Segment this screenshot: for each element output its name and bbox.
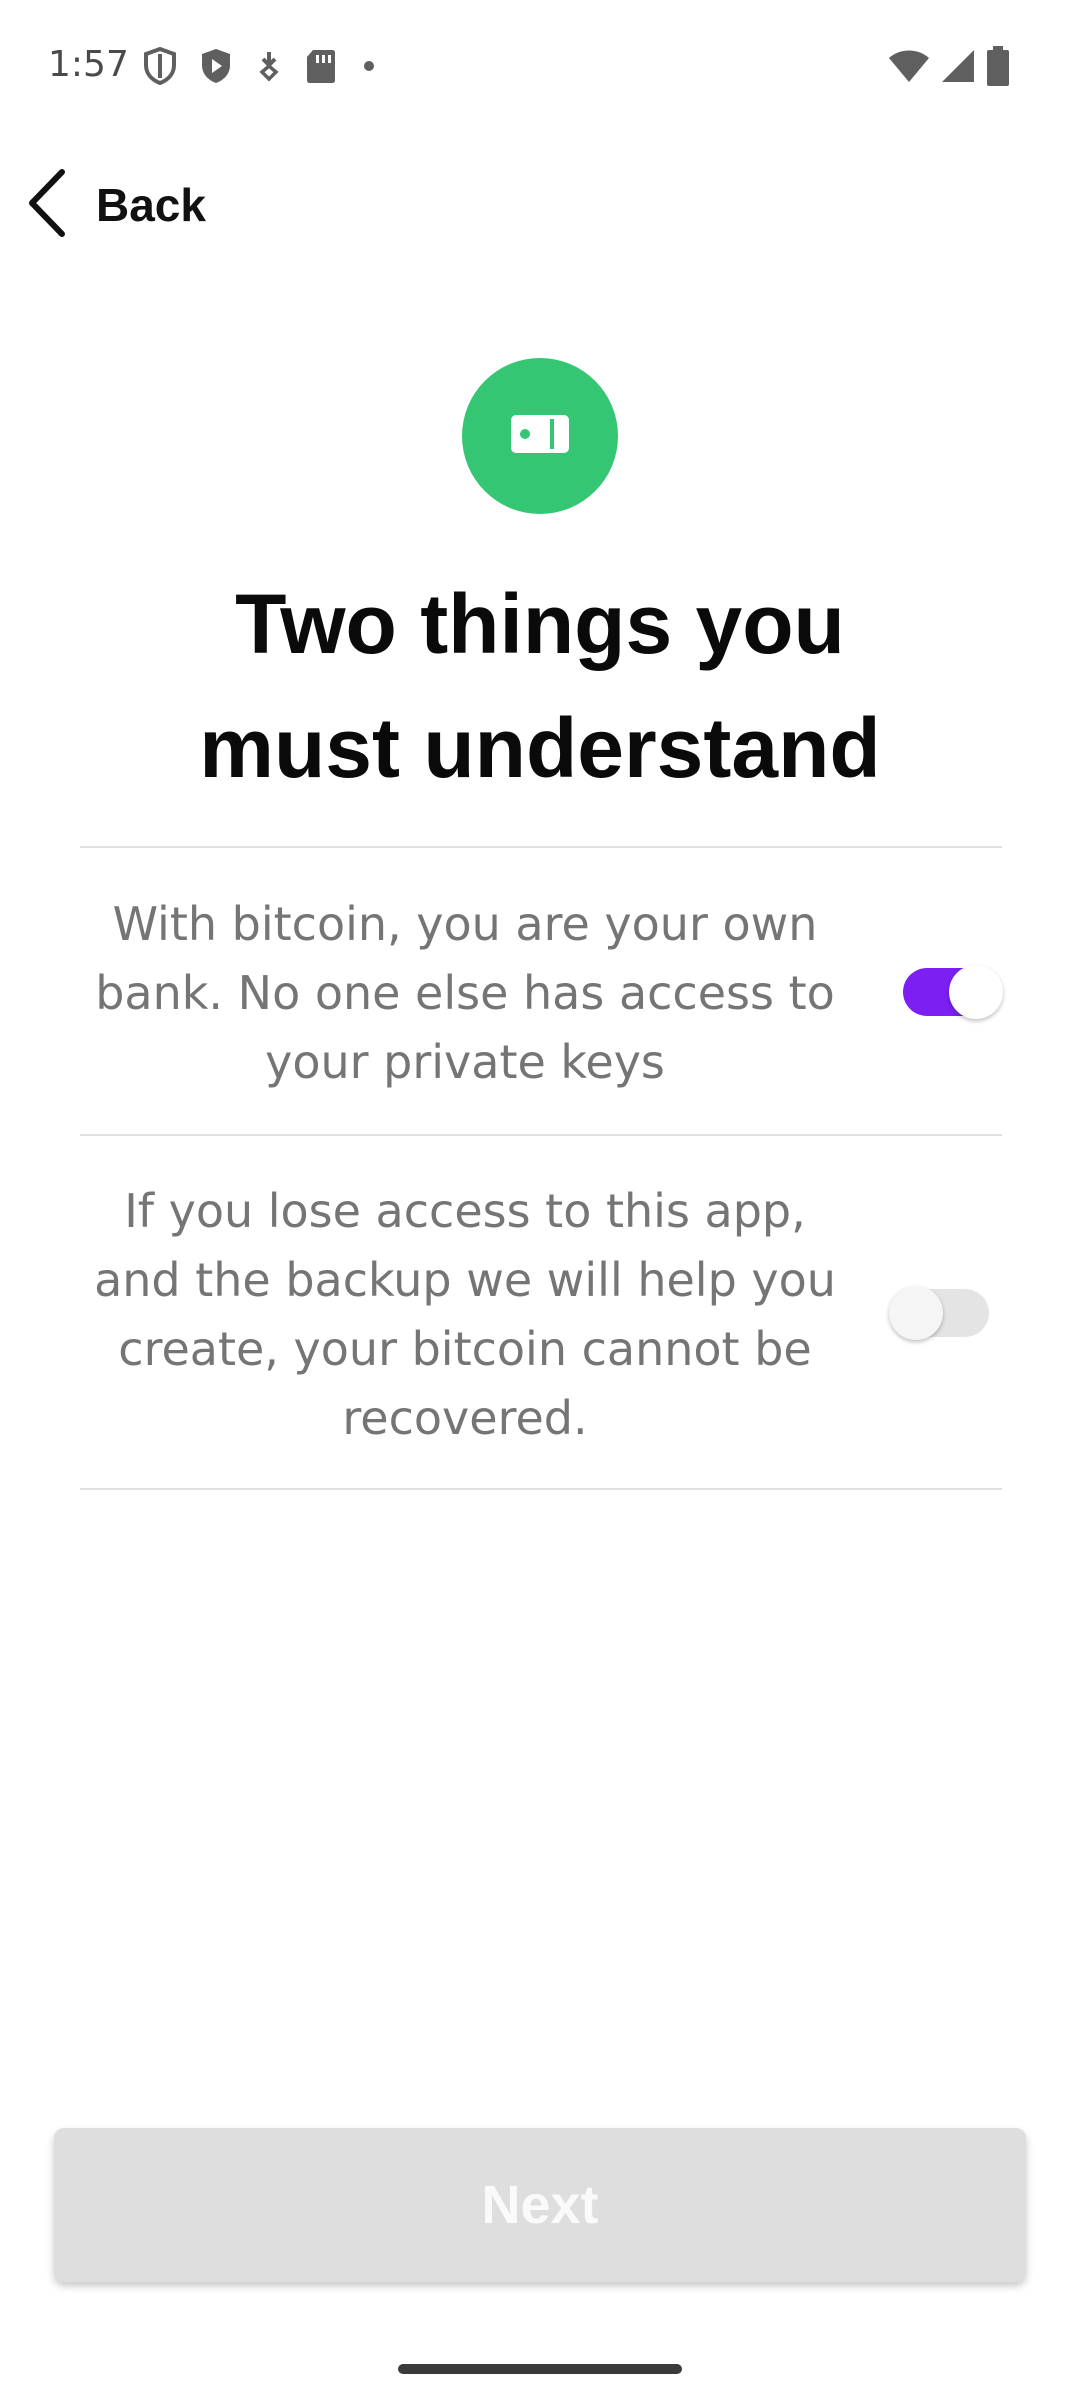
toggle-knob xyxy=(889,1286,943,1340)
signal-icon xyxy=(940,48,976,84)
wallet-card-icon xyxy=(511,414,569,458)
dot-icon xyxy=(358,46,380,86)
shield-outline-icon xyxy=(142,46,178,86)
sd-card-icon xyxy=(304,46,338,86)
acknowledgement-text-own-bank: With bitcoin, you are your own bank. No … xyxy=(90,890,840,1097)
divider xyxy=(80,1488,1002,1490)
acknowledgement-line: recovered. xyxy=(342,1391,588,1445)
back-button[interactable]: Back xyxy=(24,168,206,242)
battery-icon xyxy=(986,45,1010,87)
status-bar: 1:57 xyxy=(0,0,1080,132)
acknowledgement-line: With bitcoin, you are your own xyxy=(112,897,818,951)
next-button[interactable]: Next xyxy=(54,2128,1026,2282)
status-notification-icons xyxy=(142,44,380,88)
acknowledgement-line: and the backup we will help you xyxy=(94,1253,836,1307)
hero-badge xyxy=(462,358,618,514)
toggle-knob xyxy=(949,965,1003,1019)
acknowledge-own-bank-toggle[interactable] xyxy=(903,965,1003,1019)
chevron-left-icon xyxy=(24,168,68,243)
screen: 1:57 Back Two things you must understand… xyxy=(0,0,1080,2400)
home-indicator[interactable] xyxy=(398,2364,682,2374)
acknowledgement-line: bank. No one else has access to xyxy=(95,966,835,1020)
wifi-icon xyxy=(888,48,930,84)
acknowledge-lose-access-toggle[interactable] xyxy=(889,1286,989,1340)
acknowledgement-line: If you lose access to this app, xyxy=(124,1184,806,1238)
status-time: 1:57 xyxy=(48,44,129,85)
acknowledgement-text-lose-access: If you lose access to this app, and the … xyxy=(90,1177,840,1453)
download-notification-icon xyxy=(254,46,284,86)
status-system-icons xyxy=(888,44,1010,88)
page-title-line: must understand xyxy=(199,701,881,795)
divider xyxy=(80,1134,1002,1136)
acknowledgement-line: your private keys xyxy=(265,1035,665,1089)
divider xyxy=(80,846,1002,848)
back-label: Back xyxy=(96,179,206,231)
page-title-line: Two things you xyxy=(235,577,845,671)
acknowledgement-line: create, your bitcoin cannot be xyxy=(118,1322,812,1376)
page-title: Two things you must understand xyxy=(60,562,1020,810)
play-shield-icon xyxy=(198,46,234,86)
